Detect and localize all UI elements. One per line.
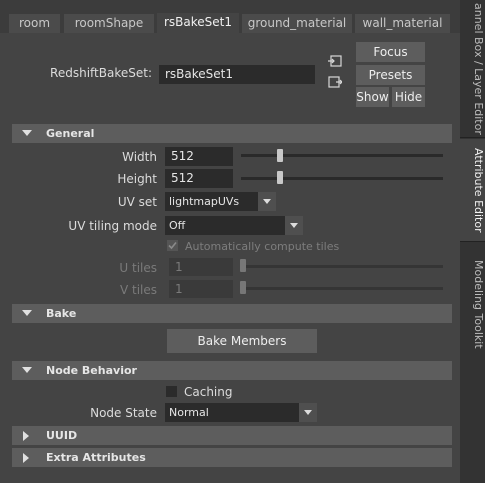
collapse-arrow-icon [22,367,32,373]
section-bake-header[interactable]: Bake [12,304,452,323]
show-button[interactable]: Show [356,87,389,107]
chevron-down-icon [299,403,317,422]
tab-label: rsBakeSet1 [163,15,232,29]
section-title: General [46,127,95,140]
uv-set-value: lightmapUVs [169,195,240,208]
expand-arrow-icon [23,431,29,441]
presets-button[interactable]: Presets [356,65,425,85]
caching-checkbox[interactable] [166,386,177,397]
uv-tiling-mode-dropdown[interactable]: Off [165,216,303,235]
tab-label: roomShape [74,16,144,30]
tab-ground-material[interactable]: ground_material [242,14,352,33]
v-tiles-slider-handle[interactable] [240,281,246,294]
section-node-behavior-header[interactable]: Node Behavior [12,361,452,380]
collapse-arrow-icon [22,310,32,316]
auto-tiles-label: Automatically compute tiles [185,240,340,253]
tab-rsbakeset1[interactable]: rsBakeSet1 [157,13,239,34]
v-tiles-label: V tiles [119,283,157,297]
chevron-down-icon [285,216,303,235]
input-connection-icon[interactable] [328,55,342,67]
section-general-header[interactable]: General [12,124,452,143]
tab-channel-box[interactable]: annel Box / Layer Editor [460,0,485,138]
height-slider-track[interactable] [241,177,443,180]
section-extra-attributes-header[interactable]: Extra Attributes [12,448,452,467]
width-slider-handle[interactable] [277,149,283,162]
node-name-field[interactable]: rsBakeSet1 [159,65,315,84]
v-tiles-field[interactable]: 1 [169,280,233,298]
hide-button[interactable]: Hide [392,87,425,107]
node-state-dropdown[interactable]: Normal [165,403,317,422]
tab-label: wall_material [362,16,443,30]
section-uuid-header[interactable]: UUID [12,426,452,445]
section-title: Extra Attributes [46,451,146,464]
u-tiles-label: U tiles [119,261,157,275]
tab-label: room [18,16,51,30]
tab-modeling-toolkit[interactable]: Modeling Toolkit [460,254,485,354]
uv-tiling-mode-label: UV tiling mode [68,219,157,233]
tab-attribute-editor[interactable]: Attribute Editor [460,139,485,242]
u-tiles-slider-track[interactable] [241,265,443,268]
node-state-label: Node State [90,406,157,420]
tab-wall-material[interactable]: wall_material [355,14,450,33]
uv-set-label: UV set [117,195,157,209]
tab-label: annel Box / Layer Editor [472,2,485,135]
width-label: Width [122,150,157,164]
uv-set-dropdown[interactable]: lightmapUVs [165,192,276,211]
section-title: Node Behavior [46,364,137,377]
height-slider-handle[interactable] [277,171,283,184]
width-slider-track[interactable] [241,154,443,157]
caching-label: Caching [184,385,233,399]
tab-label: Modeling Toolkit [472,259,485,349]
collapse-arrow-icon [22,130,32,136]
section-title: Bake [46,307,77,320]
tab-roomshape[interactable]: roomShape [64,14,154,33]
chevron-down-icon [258,192,276,211]
height-label: Height [117,172,157,186]
focus-button[interactable]: Focus [356,42,425,62]
v-tiles-slider-track[interactable] [241,287,443,290]
tab-bar: room roomShape rsBakeSet1 ground_materia… [0,0,460,34]
tab-label: Attribute Editor [472,147,485,233]
tab-label: ground_material [247,16,347,30]
section-title: UUID [46,429,78,442]
node-state-value: Normal [169,406,209,419]
output-connection-icon[interactable] [328,76,343,88]
uv-tiling-mode-value: Off [169,219,186,232]
right-panel-tabs: annel Box / Layer Editor Attribute Edito… [460,0,485,483]
node-type-label: RedshiftBakeSet: [50,66,152,80]
width-field[interactable]: 512 [165,147,233,166]
bake-members-button[interactable]: Bake Members [167,329,317,353]
expand-arrow-icon [23,453,29,463]
height-field[interactable]: 512 [165,169,233,188]
auto-tiles-checkbox[interactable] [167,240,178,251]
checkmark-icon [168,241,177,250]
u-tiles-slider-handle[interactable] [240,259,246,272]
u-tiles-field[interactable]: 1 [169,258,233,276]
tab-room[interactable]: room [9,14,60,33]
